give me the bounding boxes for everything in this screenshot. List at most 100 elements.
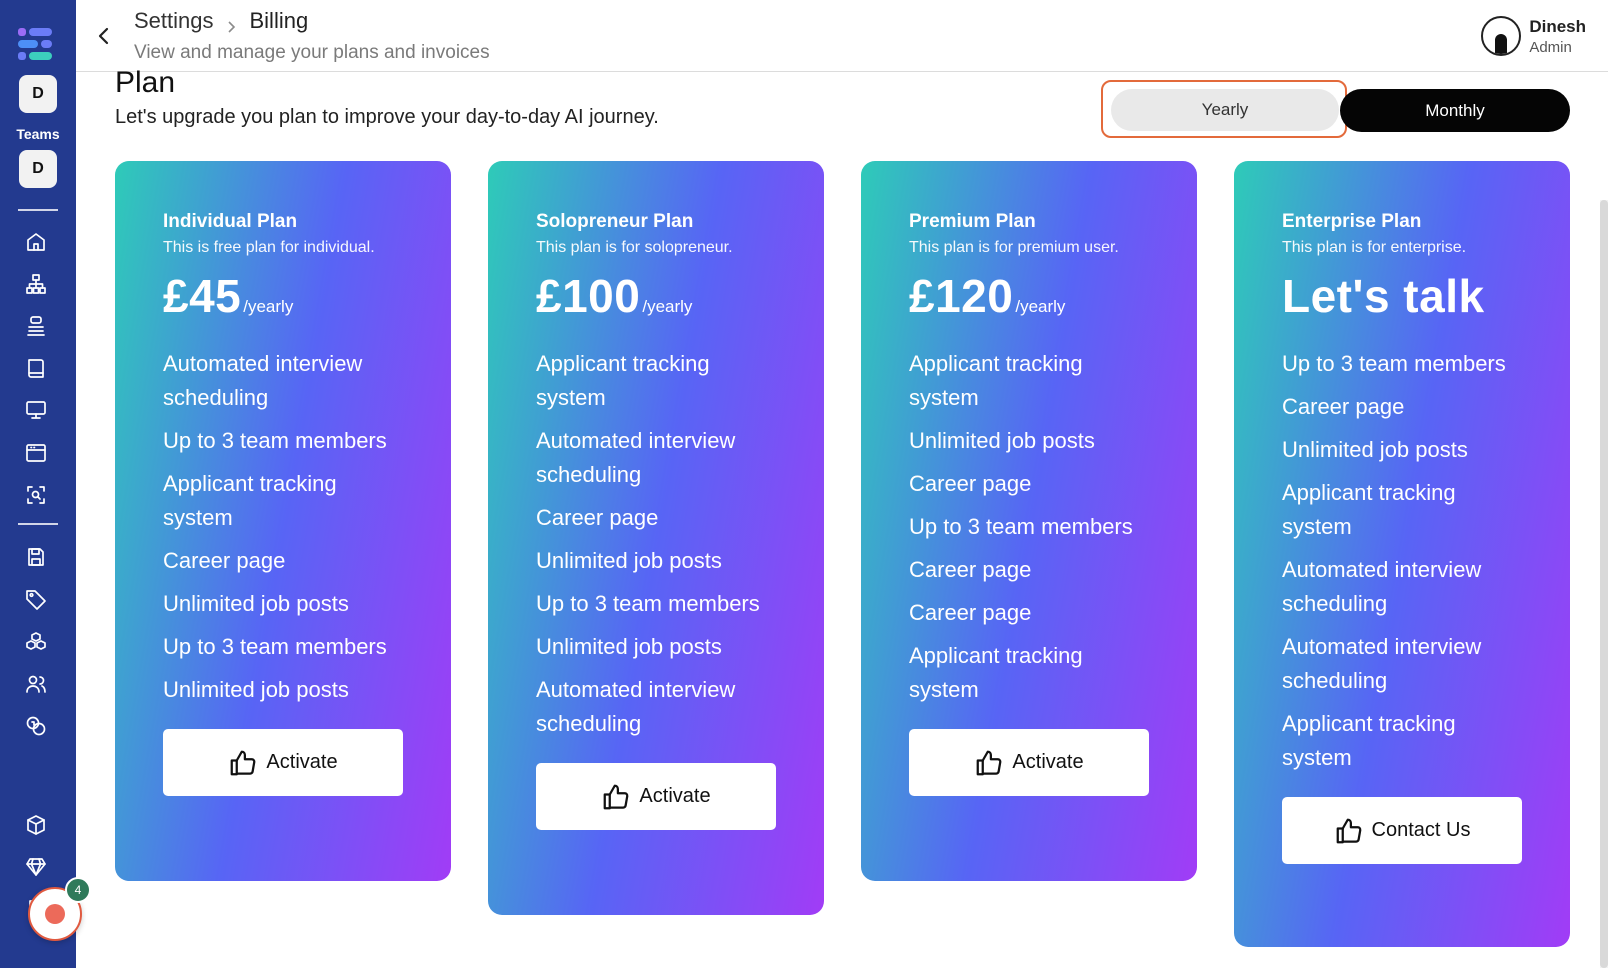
feature-list: Applicant tracking system Unlimited job … bbox=[909, 347, 1149, 707]
billing-period-toggle-focus: Yearly bbox=[1101, 80, 1347, 138]
org-chart-icon[interactable] bbox=[24, 272, 48, 296]
plan-price: Let's talk bbox=[1282, 269, 1522, 339]
feature-item: Applicant tracking system bbox=[909, 351, 1083, 410]
sidebar: D Teams D 4 bbox=[0, 0, 91, 968]
feature-item: Unlimited job posts bbox=[536, 634, 722, 659]
thumbs-up-icon bbox=[977, 750, 1002, 775]
plan-name: Premium Plan bbox=[909, 211, 1036, 232]
yearly-toggle-button[interactable]: Yearly bbox=[1111, 89, 1339, 131]
feature-item: Automated interview scheduling bbox=[536, 428, 736, 487]
feature-item: Career page bbox=[163, 548, 286, 573]
activate-button-label: Activate bbox=[266, 751, 338, 773]
section-description: Let's upgrade you plan to improve your d… bbox=[115, 106, 659, 128]
price-period: /yearly bbox=[243, 297, 294, 316]
record-dot-icon bbox=[45, 904, 65, 924]
feature-item: Applicant tracking system bbox=[536, 351, 710, 410]
plan-name: Individual Plan bbox=[163, 211, 298, 232]
user-name: Dinesh bbox=[1529, 16, 1586, 36]
plan-tagline: This is free plan for individual. bbox=[163, 239, 375, 256]
tag-icon[interactable] bbox=[24, 587, 48, 611]
plan-card-individual: Individual Plan This is free plan for in… bbox=[115, 161, 451, 881]
page-subtitle: View and manage your plans and invoices bbox=[134, 42, 490, 63]
feature-item: Career page bbox=[909, 471, 1032, 496]
team-badge[interactable]: D bbox=[19, 150, 57, 188]
feature-item: Up to 3 team members bbox=[163, 634, 387, 659]
stack-icon[interactable] bbox=[24, 314, 48, 338]
feature-item: Up to 3 team members bbox=[163, 428, 387, 453]
activate-button[interactable]: Activate bbox=[163, 729, 403, 796]
activate-button-label: Activate bbox=[639, 785, 711, 807]
feature-list: Up to 3 team members Career page Unlimit… bbox=[1282, 347, 1522, 775]
monitor-icon[interactable] bbox=[24, 398, 48, 422]
feature-list: Applicant tracking system Automated inte… bbox=[536, 347, 776, 741]
plan-price: £45 /yearly bbox=[163, 269, 403, 339]
workspace-badge[interactable]: D bbox=[19, 75, 57, 113]
plan-price: £100 /yearly bbox=[536, 269, 776, 339]
price-amount: £100 bbox=[536, 270, 641, 322]
back-button[interactable] bbox=[90, 22, 118, 50]
top-bar: Settings Billing View and manage your pl… bbox=[76, 0, 1608, 72]
plan-tagline: This plan is for enterprise. bbox=[1282, 239, 1467, 256]
plan-card-premium: Premium Plan This plan is for premium us… bbox=[861, 161, 1197, 881]
feature-item: Applicant tracking system bbox=[163, 471, 337, 530]
sidebar-divider bbox=[18, 209, 58, 211]
feature-item: Unlimited job posts bbox=[536, 548, 722, 573]
breadcrumb-settings[interactable]: Settings bbox=[134, 8, 214, 34]
scrollbar-thumb[interactable] bbox=[1600, 200, 1608, 968]
chevron-right-icon bbox=[226, 14, 238, 33]
teams-label: Teams bbox=[16, 126, 60, 142]
chevron-left-icon bbox=[98, 27, 109, 45]
feature-item: Unlimited job posts bbox=[1282, 437, 1468, 462]
feature-item: Unlimited job posts bbox=[163, 591, 349, 616]
user-role: Admin bbox=[1529, 38, 1572, 56]
breadcrumb: Settings Billing bbox=[134, 8, 308, 34]
feature-item: Career page bbox=[1282, 394, 1405, 419]
feature-item: Automated interview scheduling bbox=[1282, 557, 1482, 616]
activate-button[interactable]: Activate bbox=[909, 729, 1149, 796]
feature-item: Automated interview scheduling bbox=[1282, 634, 1482, 693]
activate-button-label: Activate bbox=[1012, 751, 1084, 773]
users-icon[interactable] bbox=[24, 672, 48, 696]
feature-item: Career page bbox=[909, 557, 1032, 582]
price-amount: Let's talk bbox=[1282, 270, 1485, 322]
feature-item: Applicant tracking system bbox=[1282, 480, 1456, 539]
plan-name: Enterprise Plan bbox=[1282, 211, 1422, 232]
feature-item: Up to 3 team members bbox=[536, 591, 760, 616]
thumbs-up-icon bbox=[1336, 818, 1361, 843]
home-icon[interactable] bbox=[24, 230, 48, 254]
plan-tagline: This plan is for solopreneur. bbox=[536, 239, 733, 256]
sidebar-divider bbox=[18, 523, 58, 525]
feature-item: Applicant tracking system bbox=[909, 643, 1083, 702]
price-period: /yearly bbox=[1015, 297, 1066, 316]
feature-item: Unlimited job posts bbox=[909, 428, 1095, 453]
feature-item: Career page bbox=[909, 600, 1032, 625]
app-logo-icon[interactable] bbox=[18, 28, 52, 60]
diamond-icon[interactable] bbox=[24, 855, 48, 879]
save-icon[interactable] bbox=[24, 545, 48, 569]
breadcrumb-billing: Billing bbox=[249, 8, 309, 33]
cubes-icon[interactable] bbox=[24, 630, 48, 654]
thumbs-up-icon bbox=[231, 750, 256, 775]
plan-price: £120 /yearly bbox=[909, 269, 1149, 339]
feature-item: Up to 3 team members bbox=[909, 514, 1133, 539]
feature-item: Applicant tracking system bbox=[1282, 711, 1456, 770]
section-title: Plan bbox=[115, 66, 176, 99]
browser-window-icon[interactable] bbox=[24, 441, 48, 465]
contact-us-button[interactable]: Contact Us bbox=[1282, 797, 1522, 864]
coins-icon[interactable] bbox=[24, 714, 48, 738]
feature-list: Automated interview scheduling Up to 3 t… bbox=[163, 347, 403, 707]
feature-item: Automated interview scheduling bbox=[536, 677, 736, 736]
monthly-toggle-button[interactable]: Monthly bbox=[1340, 89, 1570, 132]
plan-card-enterprise: Enterprise Plan This plan is for enterpr… bbox=[1234, 161, 1570, 947]
book-icon[interactable] bbox=[24, 356, 48, 380]
plan-name: Solopreneur Plan bbox=[536, 211, 694, 232]
package-icon[interactable] bbox=[24, 813, 48, 837]
price-amount: £45 bbox=[163, 270, 242, 322]
activate-button[interactable]: Activate bbox=[536, 763, 776, 830]
feature-item: Unlimited job posts bbox=[163, 677, 349, 702]
avatar bbox=[1481, 16, 1522, 56]
user-menu[interactable]: Dinesh Admin bbox=[1481, 16, 1586, 56]
scan-search-icon[interactable] bbox=[24, 483, 48, 507]
contact-us-button-label: Contact Us bbox=[1371, 819, 1471, 841]
price-amount: £120 bbox=[909, 270, 1014, 322]
